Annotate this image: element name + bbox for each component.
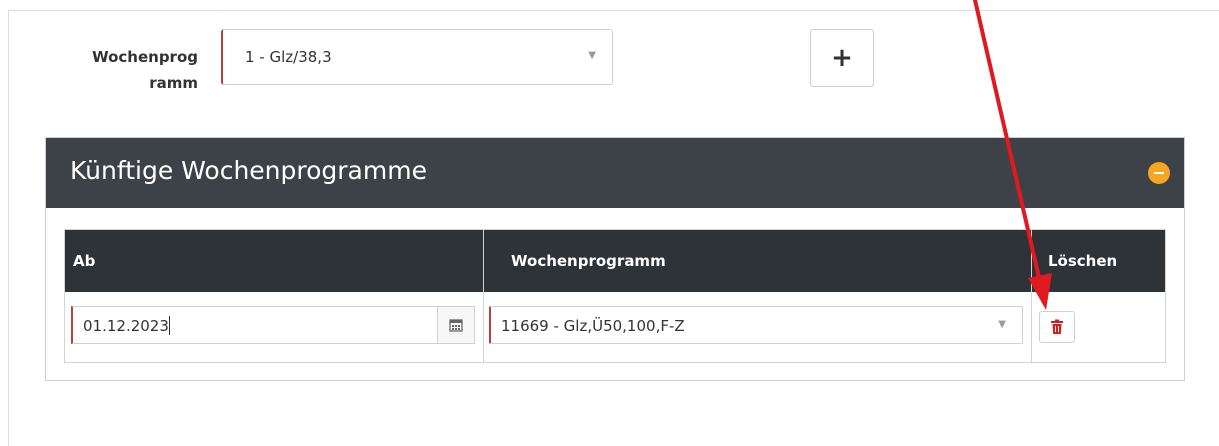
- wochenprogramm-select[interactable]: 1 - Glz/38,3 ▼: [221, 29, 613, 85]
- date-value: 01.12.2023: [83, 317, 169, 335]
- text-caret: [168, 316, 170, 335]
- delete-button[interactable]: [1039, 311, 1075, 343]
- row-wochenprogramm-select[interactable]: 11669 - Glz,Ü50,100,F-Z ▼: [489, 306, 1023, 344]
- programs-table: Ab Wochenprogramm Löschen 01.12.2023 116…: [64, 229, 1166, 363]
- selected-value: 1 - Glz/38,3: [245, 48, 332, 66]
- ab-date-input[interactable]: 01.12.2023: [71, 306, 475, 344]
- label-line-1: Wochenprog: [92, 48, 198, 66]
- calendar-icon[interactable]: [437, 306, 475, 344]
- table-header: Ab Wochenprogramm Löschen: [65, 230, 1165, 292]
- column-header-loeschen: Löschen: [1048, 252, 1118, 270]
- table-row: 01.12.2023 11669 - Glz,Ü50,100,F-Z ▼: [65, 292, 1165, 362]
- trash-icon: [1051, 319, 1063, 334]
- future-programs-panel: Künftige Wochenprogramme Ab Wochenprogra…: [45, 137, 1185, 381]
- panel-header: Künftige Wochenprogramme: [46, 138, 1184, 208]
- row-selected-value: 11669 - Glz,Ü50,100,F-Z: [501, 317, 685, 335]
- column-header-ab: Ab: [73, 252, 96, 270]
- minus-circle-icon[interactable]: [1148, 162, 1170, 184]
- label-line-2: ramm: [149, 74, 198, 92]
- add-button[interactable]: +: [810, 29, 874, 87]
- column-header-wochenprogramm: Wochenprogramm: [511, 252, 666, 270]
- caret-down-icon: ▼: [588, 50, 596, 61]
- caret-down-icon: ▼: [998, 319, 1006, 330]
- wochenprogramm-label: Wochenprog ramm: [50, 44, 198, 96]
- panel-title: Künftige Wochenprogramme: [70, 156, 427, 185]
